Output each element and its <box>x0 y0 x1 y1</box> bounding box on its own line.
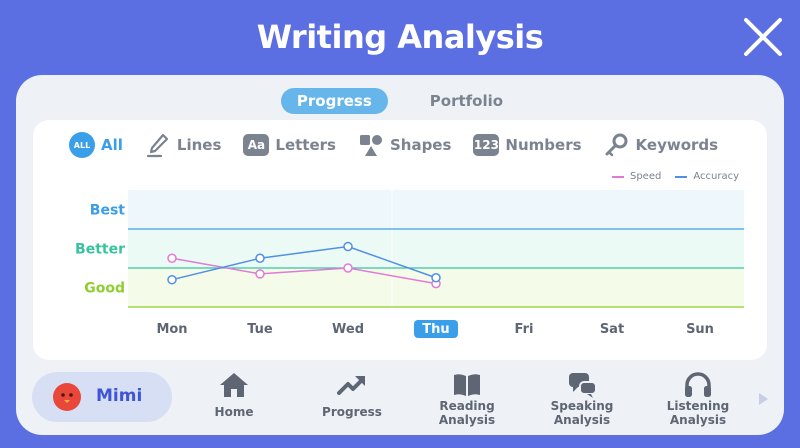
nav-progress[interactable]: Progress <box>306 371 398 427</box>
data-point-accuracy <box>167 274 177 285</box>
nav-label: Listening Analysis <box>666 399 730 427</box>
progress-chart: Good Better Best Mon Tue Wed Thu Fri Sat Sun <box>75 190 744 338</box>
tab-bar: Progress Portfolio <box>16 88 784 114</box>
data-point-accuracy <box>343 241 353 252</box>
x-tick-label: Mon <box>156 322 187 337</box>
nav-listening-analysis[interactable]: Listening Analysis <box>652 371 744 427</box>
x-tick-label: Fri <box>515 322 534 337</box>
data-point-speed <box>343 263 353 273</box>
x-tick-label: Sun <box>686 322 714 337</box>
bottom-nav: Mimi Home Progress Reading Analysis Spea… <box>16 365 784 431</box>
data-point-accuracy <box>431 273 441 283</box>
chevron-right-icon[interactable] <box>756 391 770 407</box>
nav-speaking-analysis[interactable]: Speaking Analysis <box>536 371 628 427</box>
x-tick-label: Sat <box>600 322 624 337</box>
page-title: Writing Analysis <box>256 18 544 56</box>
tab-progress[interactable]: Progress <box>280 88 388 114</box>
y-level-label: Better <box>75 242 125 258</box>
y-level-label: Best <box>90 203 125 219</box>
nav-label: Home <box>214 405 254 419</box>
nav-reading-analysis[interactable]: Reading Analysis <box>421 371 513 427</box>
nav-label: Speaking Analysis <box>550 399 614 427</box>
data-point-speed <box>167 253 177 263</box>
user-profile-button[interactable]: Mimi <box>32 372 172 422</box>
analysis-panel: Progress Portfolio ALL All Lines Aa Lett… <box>16 75 784 435</box>
close-icon[interactable] <box>740 14 786 60</box>
avatar <box>53 383 81 411</box>
chart-card: ALL All Lines Aa Letters Shapes 123 Numb… <box>33 120 767 360</box>
band-best <box>128 190 744 229</box>
x-tick-label: Wed <box>332 322 364 337</box>
y-level-label: Good <box>84 281 125 297</box>
x-tick-label: Tue <box>247 322 273 337</box>
data-point-speed <box>255 269 265 279</box>
speech-bubbles-icon <box>569 373 597 398</box>
trend-arrow-icon <box>337 376 365 395</box>
user-name: Mimi <box>96 386 143 406</box>
home-icon <box>220 373 248 397</box>
data-point-accuracy <box>255 253 265 263</box>
nav-home[interactable]: Home <box>188 371 280 427</box>
headphones-icon <box>685 372 711 397</box>
x-tick-label: Thu <box>422 322 449 337</box>
nav-label: Progress <box>322 405 382 419</box>
nav-label: Reading Analysis <box>438 399 496 427</box>
tab-portfolio[interactable]: Portfolio <box>414 88 519 114</box>
book-icon <box>454 374 480 396</box>
band-better <box>128 229 744 268</box>
